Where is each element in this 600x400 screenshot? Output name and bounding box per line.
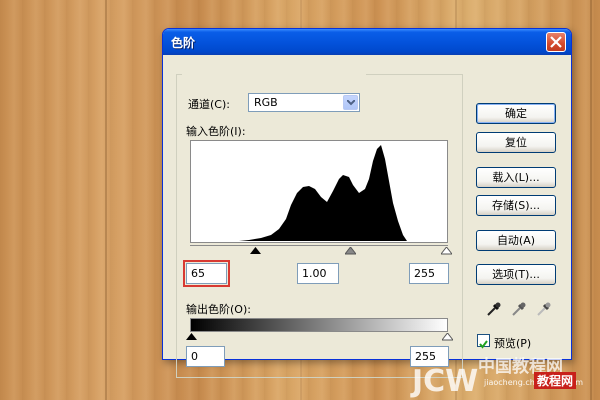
white-eyedropper-icon[interactable] [536, 301, 552, 317]
reset-button[interactable]: 复位 [476, 132, 556, 153]
output-black-field[interactable]: 0 [186, 346, 225, 367]
group-frame-left [176, 74, 177, 378]
gamma-slider[interactable] [345, 247, 356, 255]
input-levels-label: 输入色阶(I): [186, 125, 246, 138]
output-gradient [190, 318, 448, 332]
watermark-cn: 教程网 [534, 372, 577, 389]
close-button[interactable] [546, 32, 566, 52]
channel-label: 通道(C): [188, 98, 230, 111]
preview-checkbox[interactable] [477, 334, 490, 349]
white-point-slider[interactable] [441, 247, 452, 255]
black-eyedropper-icon[interactable] [486, 301, 502, 317]
close-icon [550, 36, 562, 48]
output-levels-label: 输出色阶(O): [186, 303, 251, 316]
input-slider-track [190, 245, 448, 246]
group-frame-top-right [366, 74, 462, 75]
dialog-body: 通道(C): RGB 输入色阶(I): 65 1.00 255 输出色阶(O):… [166, 55, 568, 378]
output-white-slider[interactable] [442, 333, 453, 341]
checkmark-icon [479, 340, 488, 349]
watermark-brand: JCW [412, 364, 479, 399]
black-point-slider[interactable] [250, 247, 261, 255]
histogram [190, 140, 448, 243]
auto-button[interactable]: 自动(A) [476, 230, 556, 251]
dropdown-arrow[interactable] [343, 95, 358, 110]
chevron-down-icon [347, 100, 355, 106]
channel-value: RGB [254, 96, 278, 109]
group-frame-top [176, 74, 182, 75]
channel-select[interactable]: RGB [248, 93, 360, 112]
save-button[interactable]: 存储(S)... [476, 195, 556, 216]
input-gamma-field[interactable]: 1.00 [297, 263, 339, 284]
input-white-field[interactable]: 255 [409, 263, 449, 284]
group-frame-right [462, 74, 463, 378]
load-button[interactable]: 载入(L)... [476, 167, 556, 188]
input-black-field[interactable]: 65 [183, 260, 230, 287]
gray-eyedropper-icon[interactable] [511, 301, 527, 317]
preview-label: 预览(P) [494, 337, 532, 350]
histogram-graph [239, 145, 407, 241]
title-bar[interactable]: 色阶 [163, 29, 571, 55]
levels-dialog: 色阶 通道(C): RGB 输入色阶(I): 65 1.00 255 输出色阶(… [162, 28, 572, 378]
options-button[interactable]: 选项(T)... [476, 264, 556, 285]
window-title: 色阶 [171, 36, 196, 50]
output-black-slider[interactable] [186, 333, 197, 341]
ok-button[interactable]: 确定 [476, 103, 556, 124]
